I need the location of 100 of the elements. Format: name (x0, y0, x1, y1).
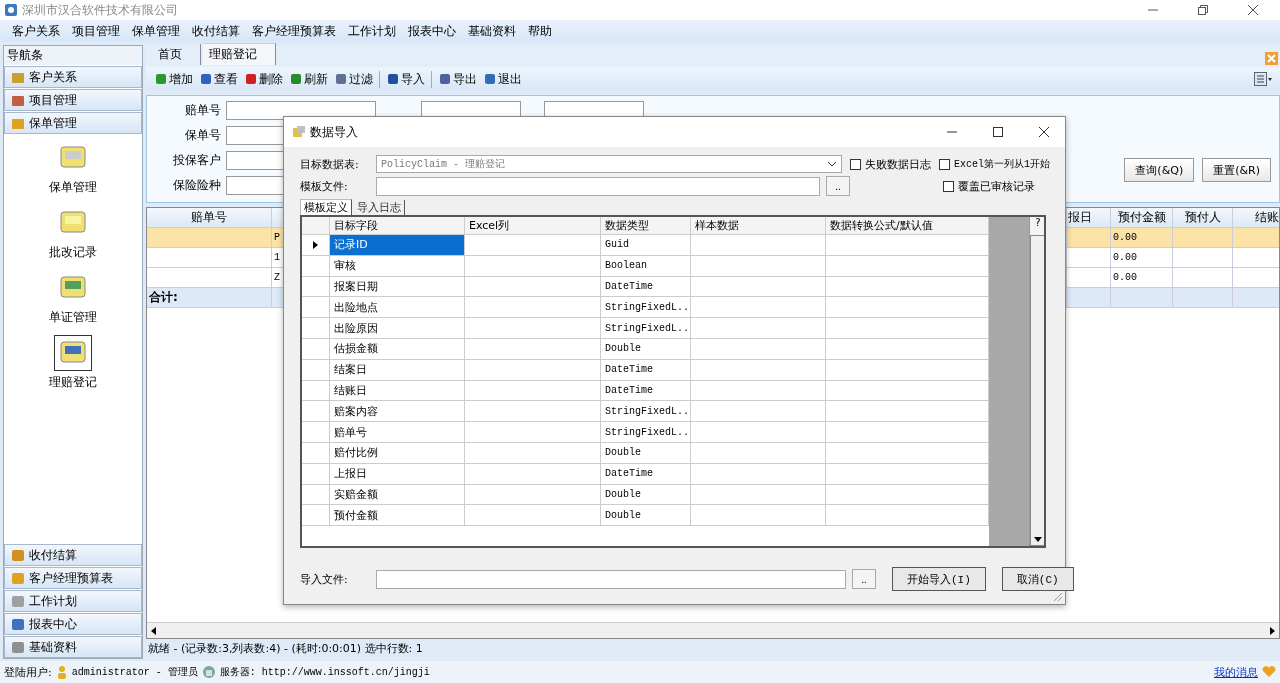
toolbar-button[interactable]: 过滤 (334, 70, 373, 88)
table-cell[interactable]: 记录ID (330, 235, 465, 255)
toolbar-button[interactable]: 增加 (154, 70, 193, 88)
table-cell: 0.00 (1113, 272, 1137, 283)
nav-item[interactable]: 客户经理预算表 (4, 567, 142, 589)
table-cell: 0.00 (1113, 232, 1137, 243)
column-header[interactable]: Excel列 (465, 217, 601, 234)
table-cell[interactable]: 估损金额 (330, 339, 465, 359)
close-icon[interactable] (1248, 5, 1258, 15)
vertical-scrollbar[interactable] (1030, 235, 1044, 546)
table-cell[interactable]: 实赔金额 (330, 484, 465, 505)
table-select[interactable]: PolicyClaim - 理赔登记 (376, 155, 842, 173)
scroll-right-icon[interactable] (1270, 626, 1275, 635)
table-cell[interactable]: 赔付比例 (330, 442, 465, 463)
table-cell: DateTime (605, 364, 653, 376)
horizontal-scrollbar[interactable] (147, 622, 1279, 638)
table-cell[interactable]: 结案日 (330, 359, 465, 380)
filter-button[interactable]: 重置(&R) (1202, 158, 1271, 182)
table-cell[interactable]: 审核 (330, 255, 465, 276)
nav-item[interactable]: 报表中心 (4, 613, 142, 635)
table-cell[interactable]: 出险原因 (330, 318, 465, 338)
field-label: 模板文件: (300, 178, 349, 194)
filter-button[interactable]: 查询(&Q) (1124, 158, 1195, 182)
nav-item[interactable]: 客户关系 (4, 66, 142, 88)
nav-item[interactable]: 项目管理 (4, 89, 142, 111)
tab[interactable]: 理赔登记 (203, 43, 276, 65)
scroll-left-icon[interactable] (151, 626, 156, 635)
tab[interactable]: 模板定义 (300, 199, 352, 215)
nav-item[interactable]: 基础资料 (4, 636, 142, 658)
nav-header: 导航条 (4, 46, 142, 65)
table-cell: Double (605, 488, 641, 500)
messages-link[interactable]: 我的消息 (1214, 664, 1258, 680)
table-cell[interactable]: 报案日期 (330, 276, 465, 297)
table-cell[interactable]: 出险地点 (330, 297, 465, 318)
column-header[interactable]: 预付人 (1173, 208, 1233, 227)
toolbar-button[interactable]: 导出 (431, 70, 477, 88)
table-cell[interactable]: 预付金额 (330, 505, 465, 526)
browse-button[interactable]: .. (852, 569, 876, 589)
menu-item[interactable]: 工作计划 (348, 22, 396, 40)
menu-item[interactable]: 保单管理 (132, 22, 180, 40)
checkbox[interactable] (943, 180, 954, 192)
input-field[interactable] (376, 569, 846, 589)
toolbar-button[interactable]: 查看 (199, 70, 238, 88)
list-view-icon[interactable] (1254, 72, 1272, 86)
field-label: 目标数据表: (300, 156, 360, 172)
close-icon[interactable] (1039, 127, 1049, 137)
input-field[interactable] (376, 176, 820, 196)
column-header[interactable]: 数据类型 (601, 217, 691, 234)
menu-item[interactable]: 客户关系 (12, 22, 60, 40)
toolbar-button[interactable]: 刷新 (289, 70, 328, 88)
menu-item[interactable]: 客户经理预算表 (252, 22, 336, 40)
toolbar-button[interactable]: 删除 (244, 70, 283, 88)
checkbox-label[interactable]: 失败数据日志 (865, 156, 931, 172)
restore-icon[interactable] (1198, 5, 1208, 15)
scroll-down-icon[interactable] (1034, 537, 1042, 542)
column-header[interactable]: 样本数据 (691, 217, 826, 234)
module-label[interactable]: 单证管理 (49, 309, 97, 326)
table-cell: StringFixedL.. (605, 426, 689, 438)
table-cell[interactable]: 赔单号 (330, 422, 465, 442)
menu-item[interactable]: 帮助 (528, 22, 552, 40)
table-cell: 0.00 (1113, 252, 1137, 263)
dropdown-icon (827, 161, 837, 167)
maximize-icon[interactable] (993, 127, 1003, 137)
table-cell: DateTime (605, 468, 653, 480)
menu-item[interactable]: 基础资料 (468, 22, 516, 40)
browse-button[interactable]: .. (826, 176, 850, 196)
module-label[interactable]: 批改记录 (49, 244, 97, 261)
resize-grip-icon[interactable] (1053, 592, 1063, 602)
tab[interactable]: 首页 (152, 44, 201, 65)
menu-item[interactable]: 报表中心 (408, 22, 456, 40)
table-cell[interactable]: 结账日 (330, 380, 465, 401)
nav-item[interactable]: 收付结算 (4, 544, 142, 566)
module-label[interactable]: 理赔登记 (49, 374, 97, 391)
column-header[interactable]: 赔单号 (147, 208, 272, 227)
table-cell: Z (274, 272, 280, 283)
module-label[interactable]: 保单管理 (49, 179, 97, 196)
menu-item[interactable]: 项目管理 (72, 22, 120, 40)
dialog-title: 数据导入 (310, 123, 358, 141)
help-button[interactable]: ? (1030, 217, 1044, 235)
checkbox-label[interactable]: 覆盖已审核记录 (958, 178, 1035, 194)
toolbar-button[interactable]: 退出 (483, 70, 522, 88)
checkbox[interactable] (939, 158, 950, 170)
checkbox[interactable] (850, 158, 861, 170)
column-header[interactable]: 报日 (1067, 208, 1111, 227)
field-label: 投保客户 (172, 152, 221, 169)
column-header[interactable]: 预付金额 (1111, 208, 1173, 227)
start-import-button[interactable]: 开始导入(I) (892, 567, 986, 591)
column-header[interactable]: 目标字段 (330, 217, 465, 234)
dialog-icon (292, 125, 306, 139)
checkbox-label[interactable]: Excel第一列从1开始 (954, 157, 1050, 171)
table-cell[interactable]: 上报日 (330, 463, 465, 484)
table-cell: StringFixedL.. (605, 301, 689, 313)
nav-item[interactable]: 保单管理 (4, 112, 142, 134)
menu-item[interactable]: 收付结算 (192, 22, 240, 40)
nav-item[interactable]: 工作计划 (4, 590, 142, 612)
toolbar-button[interactable]: 导入 (379, 70, 425, 88)
column-header[interactable]: 结账 (1233, 208, 1279, 227)
module-icon[interactable] (55, 336, 91, 370)
table-cell[interactable]: 赔案内容 (330, 401, 465, 422)
cancel-button[interactable]: 取消(C) (1001, 567, 1074, 591)
